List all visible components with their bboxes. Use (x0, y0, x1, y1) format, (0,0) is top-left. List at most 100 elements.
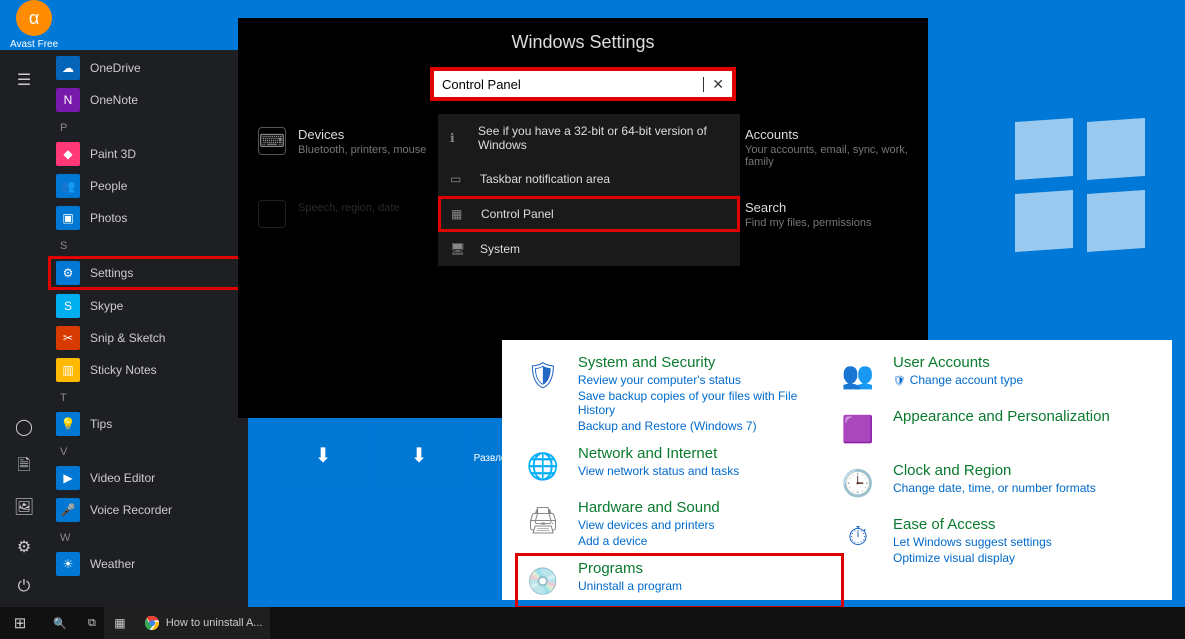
start-letter-header[interactable]: V (48, 440, 248, 462)
start-item-label: People (90, 179, 127, 193)
settings-search[interactable]: ✕ (430, 67, 736, 101)
app-icon: ☁ (56, 56, 80, 80)
cp-category-title[interactable]: System and Security (578, 354, 837, 371)
start-item-label: Video Editor (90, 471, 155, 485)
cp-link[interactable]: Add a device (578, 534, 720, 548)
cp-category-system-and-security[interactable]: 🛡 System and Security Review your computer… (522, 354, 837, 433)
power-icon[interactable]: ⏻ (0, 567, 48, 607)
category-title: Accounts (745, 127, 908, 142)
start-item-label: Paint 3D (90, 147, 136, 161)
start-item-paint-3d[interactable]: ◆Paint 3D (48, 138, 248, 170)
cp-link[interactable]: Optimize visual display (893, 551, 1052, 565)
start-letter-header[interactable]: T (48, 386, 248, 408)
pictures-icon[interactable]: 🖼 (0, 487, 48, 527)
start-item-label: Photos (90, 211, 127, 225)
live-tile[interactable]: ⬇ (374, 420, 464, 490)
cp-category-title[interactable]: Clock and Region (893, 462, 1096, 479)
user-icon[interactable]: ◯ (0, 407, 48, 447)
download-icon: ⬇ (411, 443, 428, 468)
suggestion-item[interactable]: ▦ Control Panel (438, 196, 740, 232)
suggestion-item[interactable]: ℹSee if you have a 32-bit or 64-bit vers… (438, 114, 740, 162)
hamburger-icon[interactable]: ☰ (0, 60, 48, 100)
cp-category-title[interactable]: Ease of Access (893, 516, 1052, 533)
suggestion-icon: ▭ (450, 172, 468, 186)
cp-category-ease-of-access[interactable]: ⏱ Ease of Access Let Windows suggest setti… (837, 516, 1152, 565)
cp-link[interactable]: View devices and printers (578, 518, 720, 532)
start-item-weather[interactable]: ☀Weather (48, 548, 248, 580)
start-letter-header[interactable]: P (48, 116, 248, 138)
cp-category-title[interactable]: Hardware and Sound (578, 499, 720, 516)
cp-category-hardware-and-sound[interactable]: 🖨 Hardware and Sound View devices and prin… (522, 499, 837, 548)
start-item-settings[interactable]: ⚙ Settings (48, 256, 248, 290)
start-item-skype[interactable]: S Skype (48, 290, 248, 322)
cp-link[interactable]: Uninstall a program (578, 579, 682, 593)
cp-link[interactable]: Change date, time, or number formats (893, 481, 1096, 495)
desktop-shortcut-avast[interactable]: α Avast Free (10, 0, 58, 50)
settings-search-input[interactable] (442, 77, 704, 92)
cp-category-icon: 🟪 (837, 408, 879, 450)
app-icon: N (56, 88, 80, 112)
suggestion-item[interactable]: ▭ Taskbar notification area (438, 162, 740, 196)
start-item-onenote[interactable]: N OneNote (48, 84, 248, 116)
cp-category-network-and-internet[interactable]: 🌐Network and InternetView network status… (522, 445, 837, 487)
app-icon: ✂ (56, 326, 80, 350)
cp-category-icon: ⏱ (837, 516, 879, 558)
start-item-sticky-notes[interactable]: ▥Sticky Notes (48, 354, 248, 386)
cp-link[interactable]: Let Windows suggest settings (893, 535, 1052, 549)
suggestion-item[interactable]: 🖥System (438, 232, 740, 266)
app-icon: ⚙ (56, 261, 80, 285)
start-item-photos[interactable]: ▣Photos (48, 202, 248, 234)
app-icon: S (56, 294, 80, 318)
category-title: Devices (298, 127, 461, 142)
cp-link[interactable]: View network status and tasks (578, 464, 739, 478)
category-icon (258, 200, 286, 228)
cp-category-appearance-and-personalization[interactable]: 🟪 Appearance and Personalization (837, 408, 1152, 450)
cp-link[interactable]: Change account type (893, 373, 1023, 387)
cp-category-user-accounts[interactable]: 👥User AccountsChange account type (837, 354, 1152, 396)
suggestion-label: Control Panel (481, 207, 554, 221)
taskbar-search-icon[interactable]: 🔍 (40, 607, 80, 639)
taskbar-task[interactable]: How to uninstall A... (136, 607, 271, 639)
chrome-icon (144, 615, 160, 631)
start-item-onedrive[interactable]: ☁OneDrive (48, 52, 248, 84)
start-item-video-editor[interactable]: ▶Video Editor (48, 462, 248, 494)
cp-category-programs[interactable]: 💿 Programs Uninstall a program (515, 553, 844, 609)
cp-link[interactable]: Review your computer's status (578, 373, 837, 387)
settings-icon[interactable]: ⚙ (0, 527, 48, 567)
suggestion-label: Taskbar notification area (480, 172, 610, 186)
start-letter-header[interactable]: S (48, 234, 248, 256)
category-title: Search (745, 200, 908, 215)
category-subtitle: Speech, region, date (298, 202, 461, 214)
documents-icon[interactable]: 🗎 (0, 447, 48, 487)
start-item-voice-recorder[interactable]: 🎤Voice Recorder (48, 494, 248, 526)
app-icon: 👥 (56, 174, 80, 198)
cp-link[interactable]: Backup and Restore (Windows 7) (578, 419, 837, 433)
cp-category-title[interactable]: Programs (578, 560, 682, 577)
start-item-snip-sketch[interactable]: ✂Snip & Sketch (48, 322, 248, 354)
start-app-list: ☁OneDrive N OneNote P◆Paint 3D 👥 People ▣Photo… (48, 50, 248, 607)
cp-category-icon: 🖨 (522, 499, 564, 541)
cp-category-title[interactable]: Appearance and Personalization (893, 408, 1110, 425)
task-view-icon[interactable]: ⧉ (80, 607, 104, 639)
cp-category-icon: 💿 (522, 560, 564, 602)
start-item-label: Settings (90, 266, 133, 280)
cp-category-icon: 🛡 (522, 354, 564, 396)
cp-link[interactable]: Save backup copies of your files with Fi… (578, 389, 837, 417)
taskbar-tasks: ▦How to uninstall A... (104, 607, 271, 639)
start-letter-header[interactable]: W (48, 526, 248, 548)
suggestion-label: System (480, 242, 520, 256)
start-item-tips[interactable]: 💡Tips (48, 408, 248, 440)
start-item-label: Weather (90, 557, 135, 571)
start-item-label: OneNote (90, 93, 138, 107)
live-tile[interactable]: ⬇ (278, 420, 368, 490)
start-tiles: ⬇⬇Развлеч (278, 420, 515, 490)
taskbar-task[interactable]: ▦ (104, 607, 136, 639)
start-item-label: Skype (90, 299, 123, 313)
cp-category-clock-and-region[interactable]: 🕒Clock and RegionChange date, time, or n… (837, 462, 1152, 504)
start-item-people[interactable]: 👥 People (48, 170, 248, 202)
start-button[interactable]: ⊞ (0, 607, 40, 639)
clear-icon[interactable]: ✕ (712, 76, 724, 93)
cp-category-title[interactable]: Network and Internet (578, 445, 739, 462)
suggestion-icon: ▦ (451, 207, 469, 221)
cp-category-title[interactable]: User Accounts (893, 354, 1023, 371)
